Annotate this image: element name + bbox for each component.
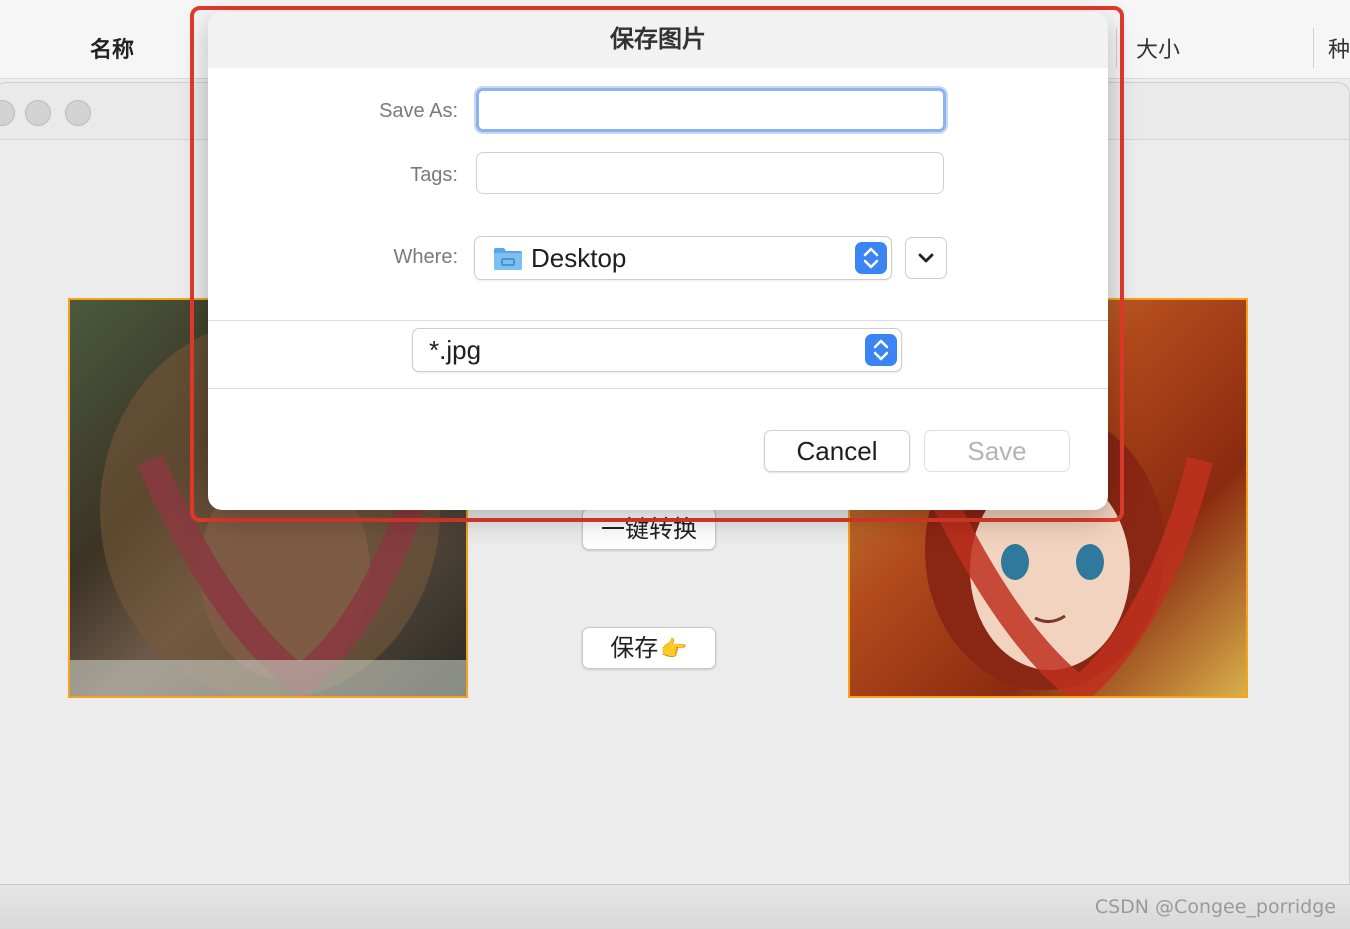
close-window-button[interactable] — [0, 100, 15, 126]
stepper-icon — [855, 242, 887, 274]
tags-label: Tags: — [410, 164, 458, 186]
cancel-button[interactable]: Cancel — [764, 430, 910, 472]
column-header-name[interactable]: 名称 — [90, 32, 134, 64]
column-header-kind[interactable]: 种 — [1328, 32, 1350, 64]
divider — [208, 320, 1108, 321]
save-image-button-label: 保存 — [610, 634, 659, 662]
zoom-window-button[interactable] — [65, 100, 91, 126]
column-header-size[interactable]: 大小 — [1136, 32, 1180, 64]
stepper-icon — [865, 334, 897, 366]
tags-input[interactable] — [476, 152, 944, 194]
save-image-button[interactable]: 保存👉 — [582, 627, 716, 669]
save-as-label: Save As: — [379, 100, 458, 122]
where-value: Desktop — [531, 243, 627, 273]
minimize-window-button[interactable] — [25, 100, 51, 126]
pointing-hand-icon: 👉 — [660, 637, 688, 662]
file-type-value: *.jpg — [429, 335, 482, 365]
save-button[interactable]: Save — [924, 430, 1070, 472]
chevron-down-icon — [918, 253, 934, 263]
save-dialog: 保存图片 Save As: Tags: Where: Desktop *.jpg… — [208, 12, 1108, 510]
dialog-title: 保存图片 — [208, 12, 1108, 68]
where-label: Where: — [393, 246, 458, 268]
column-divider[interactable] — [1313, 28, 1314, 68]
watermark: CSDN @Congee_porridge — [1094, 896, 1336, 918]
expand-dialog-button[interactable] — [905, 237, 947, 279]
where-popup[interactable]: Desktop — [474, 236, 892, 280]
divider — [208, 388, 1108, 389]
file-type-popup[interactable]: *.jpg — [412, 328, 902, 372]
save-as-input[interactable] — [476, 88, 946, 132]
folder-icon — [494, 248, 522, 270]
